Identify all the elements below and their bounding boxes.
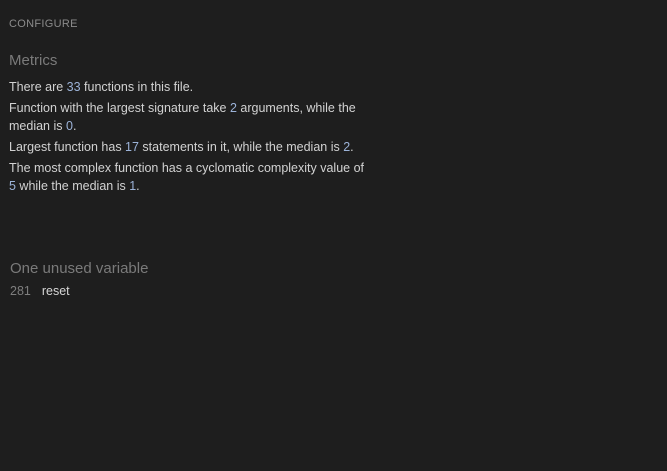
- unused-variable-item[interactable]: 281 reset: [10, 282, 148, 300]
- metrics-section: Metrics There are 33 functions in this f…: [9, 52, 369, 198]
- statements-line: Largest function has 17 statements in it…: [9, 138, 369, 156]
- unused-variable-line-number: 281: [10, 284, 31, 298]
- jshint-panel: CONFIGURE Metrics There are 33 functions…: [0, 0, 667, 471]
- functions-count-value: 33: [66, 80, 81, 94]
- signature-line: Function with the largest signature take…: [9, 99, 369, 135]
- statements-max-value: 17: [125, 140, 139, 154]
- signature-max-value: 2: [229, 101, 237, 115]
- functions-text-pre: There are: [9, 80, 67, 94]
- complexity-text-pre: The most complex function has a cyclomat…: [9, 161, 365, 175]
- complexity-text-mid: while the median is: [15, 179, 130, 193]
- complexity-max-value: 5: [9, 179, 16, 193]
- unused-variables-section: One unused variable 281 reset: [10, 260, 148, 300]
- functions-count-line: There are 33 functions in this file.: [9, 78, 369, 96]
- complexity-line: The most complex function has a cyclomat…: [9, 159, 369, 195]
- signature-text-post: .: [72, 119, 77, 133]
- configure-link[interactable]: CONFIGURE: [9, 18, 78, 30]
- metrics-title: Metrics: [9, 52, 58, 69]
- unused-variable-name: reset: [41, 284, 70, 298]
- statements-text-mid: statements in it, while the median is: [138, 140, 344, 154]
- signature-text-pre: Function with the largest signature take: [9, 101, 230, 115]
- unused-variables-title: One unused variable: [10, 260, 149, 277]
- functions-text-post: functions in this file.: [80, 80, 194, 94]
- complexity-text-post: .: [136, 179, 140, 193]
- statements-text-post: .: [350, 140, 354, 154]
- statements-text-pre: Largest function has: [9, 140, 126, 154]
- signature-median-value: 0: [65, 119, 73, 133]
